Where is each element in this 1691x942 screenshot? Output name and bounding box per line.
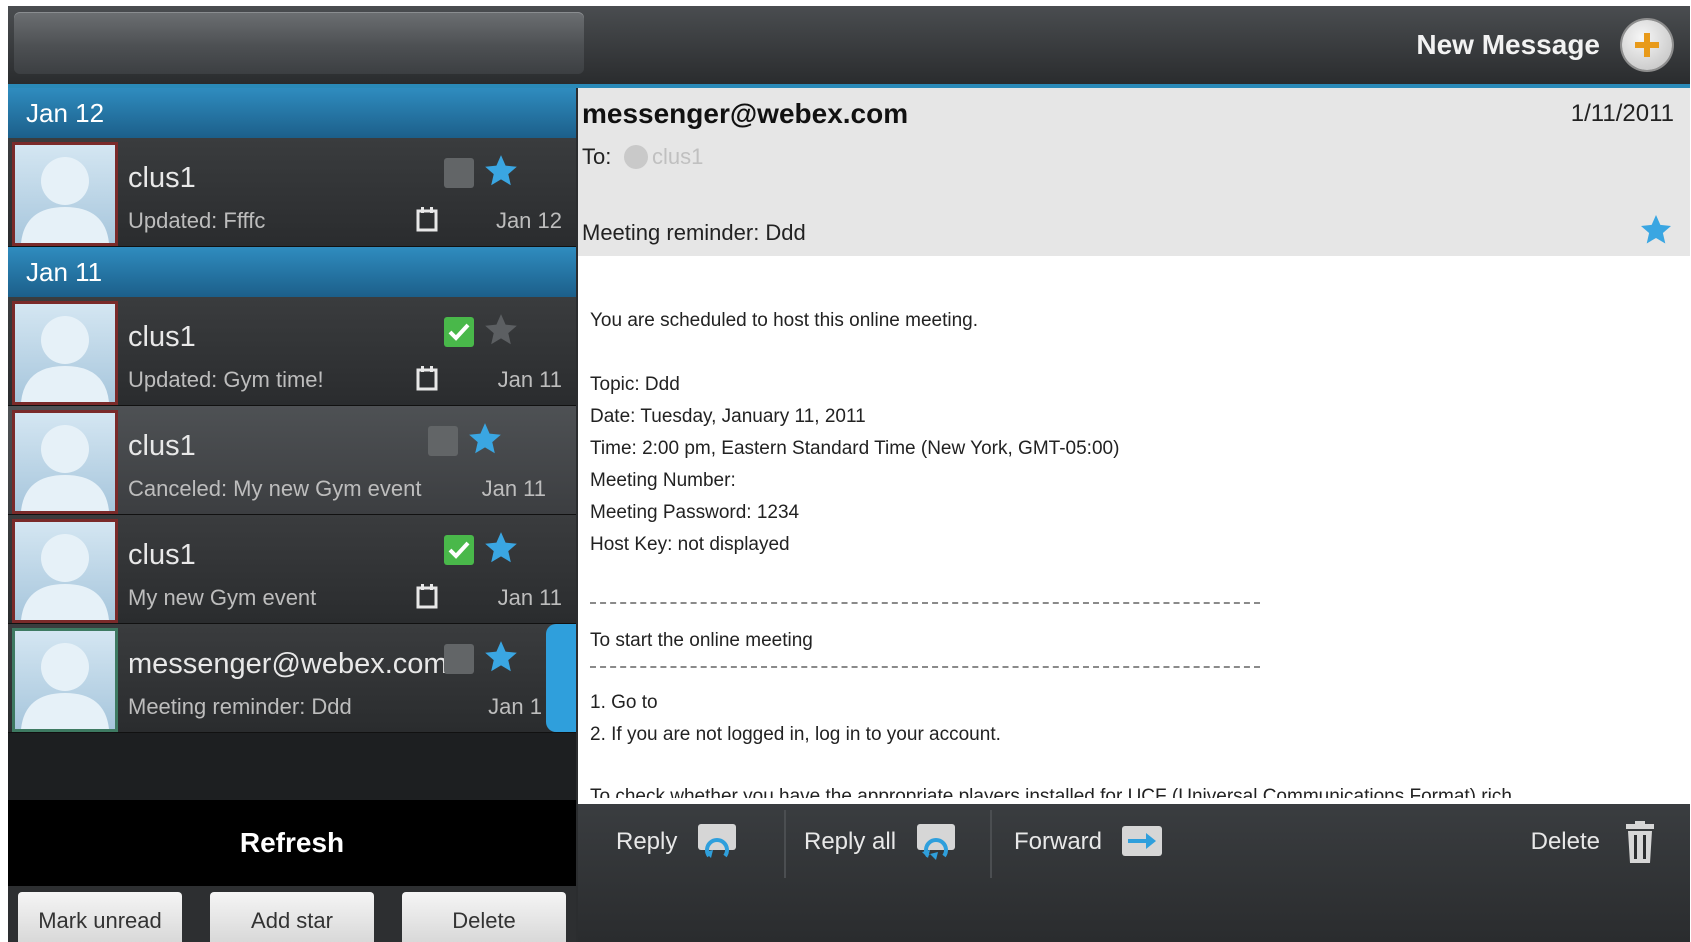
star-icon[interactable] — [466, 420, 504, 458]
sender-address: messenger@webex.com — [582, 98, 909, 129]
message-list: Jan 12 clus1 Updated: Ffffc Jan 12 Jan 1… — [8, 88, 576, 942]
reply-label: Reply — [616, 828, 678, 855]
sent-date: 1/11/2011 — [1570, 100, 1674, 127]
body-line: Meeting Password: 1234 — [590, 502, 800, 523]
message-subject: Canceled: My new Gym event — [128, 476, 422, 501]
body-line: Meeting Number: — [590, 470, 736, 491]
message-action-bar: Reply Reply all Forward Delete — [578, 804, 1690, 942]
delete-message-button[interactable]: Delete — [1531, 816, 1662, 868]
reply-all-button[interactable]: Reply all — [804, 816, 958, 868]
avatar — [12, 410, 118, 514]
checkbox-icon[interactable] — [444, 158, 474, 188]
checkbox-checked-icon[interactable] — [444, 317, 474, 347]
message-date: Jan 1 — [488, 694, 542, 719]
reply-all-label: Reply all — [804, 828, 897, 855]
message-subject: My new Gym event — [128, 585, 317, 610]
to-label: To: — [582, 144, 612, 169]
checkbox-checked-icon[interactable] — [444, 535, 474, 565]
recipient-chip[interactable]: clus1 — [624, 144, 703, 170]
body-line: 2. If you are not logged in, log in to y… — [590, 724, 1001, 745]
reply-button[interactable]: Reply — [616, 816, 739, 868]
date-group-header: Jan 11 — [8, 247, 576, 297]
calendar-icon — [416, 207, 438, 232]
body-line: Topic: Ddd — [590, 374, 680, 395]
divider — [590, 602, 1260, 604]
message-subject-line: Meeting reminder: Ddd — [582, 220, 806, 245]
reply-icon — [698, 824, 737, 858]
body-line: To start the online meeting — [590, 630, 813, 651]
forward-label: Forward — [1014, 828, 1103, 855]
divider — [590, 666, 1260, 668]
star-icon[interactable] — [482, 529, 520, 567]
top-bar: New Message — [8, 6, 1690, 88]
new-message-label: New Message — [1416, 29, 1600, 60]
selection-tab — [546, 624, 576, 732]
body-line: You are scheduled to host this online me… — [590, 310, 979, 331]
list-item[interactable]: clus1 Canceled: My new Gym event Jan 11 — [8, 406, 576, 515]
new-message-button[interactable]: New Message — [1416, 18, 1672, 72]
list-action-bar: Mark unread Add star Delete — [8, 886, 576, 942]
message-subject: Updated: Gym time! — [128, 367, 324, 392]
message-subject: Updated: Ffffc — [128, 208, 266, 233]
body-line: Host Key: not displayed — [590, 534, 790, 555]
avatar — [12, 301, 118, 405]
body-line: Date: Tuesday, January 11, 2011 — [590, 406, 866, 427]
calendar-icon — [416, 584, 438, 609]
avatar — [12, 142, 118, 246]
search-strip[interactable] — [14, 12, 584, 74]
divider — [784, 810, 786, 878]
sender-name: clus1 — [128, 162, 196, 194]
avatar — [12, 519, 118, 623]
plus-icon[interactable] — [1622, 20, 1672, 70]
sender-name: clus1 — [128, 321, 196, 353]
recipient-name: clus1 — [652, 144, 704, 169]
refresh-button[interactable]: Refresh — [8, 800, 576, 886]
body-line: Time: 2:00 pm, Eastern Standard Time (Ne… — [590, 438, 1120, 459]
delete-label: Delete — [1530, 828, 1600, 855]
message-body: You are scheduled to host this online me… — [590, 298, 1680, 798]
message-date: Jan 11 — [497, 585, 562, 610]
star-icon[interactable] — [1638, 212, 1674, 248]
message-date: Jan 12 — [495, 208, 562, 233]
avatar — [12, 628, 118, 732]
message-date: Jan 11 — [481, 476, 546, 501]
star-icon[interactable] — [482, 152, 520, 190]
list-item[interactable]: clus1 Updated: Gym time! Jan 11 — [8, 297, 576, 406]
checkbox-icon[interactable] — [444, 644, 474, 674]
list-item[interactable]: clus1 Updated: Ffffc Jan 12 — [8, 138, 576, 247]
message-view: messenger@webex.com 1/11/2011 To: clus1 … — [578, 88, 1690, 942]
sender-name: clus1 — [128, 430, 196, 462]
sender-name: clus1 — [128, 539, 196, 571]
list-item[interactable]: messenger@webex.com Meeting reminder: Dd… — [8, 624, 576, 733]
divider — [990, 810, 992, 878]
add-star-button[interactable]: Add star — [210, 892, 374, 942]
forward-button[interactable]: Forward — [1014, 816, 1164, 868]
body-line: 1. Go to — [590, 692, 658, 713]
message-date: Jan 11 — [497, 367, 562, 392]
reply-all-icon — [917, 824, 956, 860]
sender-name: messenger@webex.com — [128, 648, 448, 680]
message-header: messenger@webex.com 1/11/2011 To: clus1 … — [578, 88, 1690, 256]
mark-unread-button[interactable]: Mark unread — [18, 892, 182, 942]
calendar-icon — [416, 366, 438, 391]
star-icon[interactable] — [482, 638, 520, 676]
app-window: New Message Jan 12 clus1 Updated: Ffffc … — [8, 6, 1690, 942]
delete-list-button[interactable]: Delete — [402, 892, 566, 942]
star-icon[interactable] — [482, 311, 520, 349]
contact-icon — [624, 145, 648, 169]
trash-icon — [1626, 821, 1654, 863]
checkbox-icon[interactable] — [428, 426, 458, 456]
list-item[interactable]: clus1 My new Gym event Jan 11 — [8, 515, 576, 624]
message-subject: Meeting reminder: Ddd — [128, 694, 352, 719]
body-line: To check whether you have the appropriat… — [590, 786, 1512, 798]
forward-icon — [1122, 826, 1163, 856]
date-group-header: Jan 12 — [8, 88, 576, 138]
